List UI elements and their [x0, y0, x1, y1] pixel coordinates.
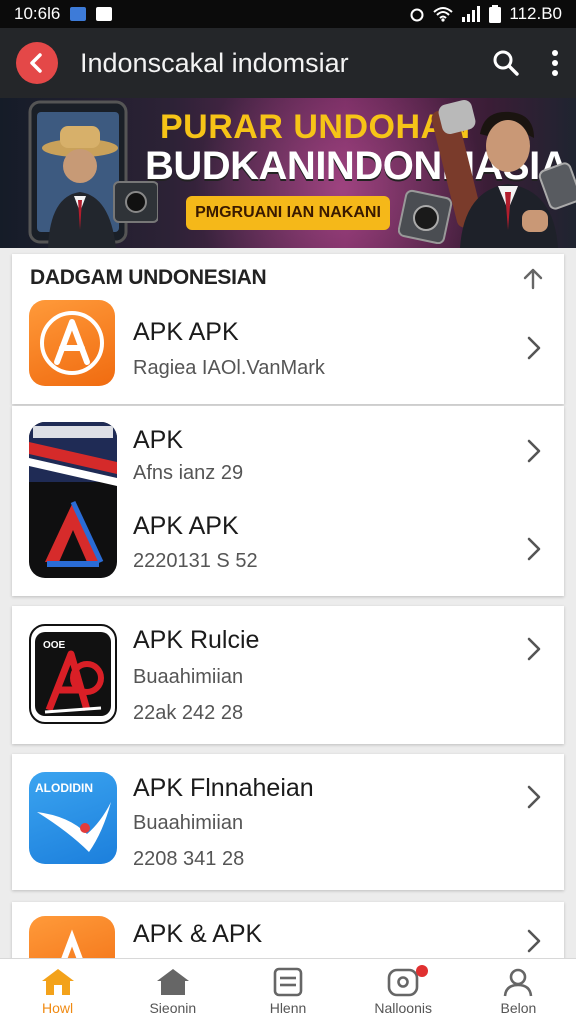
app-subtitle: Afns ianz 29 — [133, 462, 244, 484]
app-subtitle: Buaahimiian — [133, 812, 244, 834]
presenter-illustration — [460, 111, 576, 248]
app-icon — [29, 916, 115, 962]
banner-headline: PURAR UNDOHAN — [160, 108, 471, 146]
nav-item-notifications[interactable]: Nalloonis — [346, 959, 461, 1024]
chevron-right-icon — [527, 637, 541, 661]
list-item[interactable]: APK APK 2220131 S 52 — [12, 498, 564, 594]
store-icon — [156, 969, 189, 995]
chevron-right-icon — [527, 929, 541, 953]
list-icon — [273, 967, 303, 997]
alarm-icon — [410, 8, 424, 22]
battery-icon — [489, 5, 502, 23]
app-title: APK Flnnaheian — [133, 774, 314, 802]
nav-item-home[interactable]: Howl — [0, 959, 115, 1024]
search-icon[interactable] — [492, 49, 520, 77]
list-item[interactable]: APK Afns ianz 29 — [12, 406, 564, 496]
app-date: 2208 341 28 — [133, 848, 245, 870]
app-icon: OOE — [29, 624, 117, 724]
promo-banner[interactable]: PURAR UNDOHAN BUDKANINDONMASIA PMGRUANI … — [0, 98, 576, 248]
chevron-right-icon — [527, 336, 541, 360]
home-icon — [41, 969, 74, 995]
app-title: APK & APK — [133, 920, 263, 948]
app-title: APK APK — [133, 318, 239, 346]
more-vert-icon[interactable] — [550, 49, 560, 77]
chevron-right-icon — [527, 785, 541, 809]
nav-item-list[interactable]: Hlenn — [230, 959, 345, 1024]
app-card[interactable]: OOE APK Rulcie Buaahimiian 22ak 242 28 — [12, 606, 564, 744]
profile-icon — [504, 968, 533, 997]
section-card: APK APK Ragiea IAOl.VanMark DADGAM UNDON… — [12, 254, 564, 404]
appstore-logo-icon — [40, 311, 104, 375]
nav-item-store[interactable]: Sieonin — [115, 959, 230, 1024]
app-title: APK Rulcie — [133, 626, 260, 654]
app-title: APK APK — [133, 512, 239, 540]
appstore-logo-icon — [59, 929, 85, 962]
nav-label: Sieonin — [149, 1000, 197, 1016]
notification-app-icon — [96, 7, 113, 21]
app-subtitle: Ragiea IAOl.VanMark — [133, 357, 325, 379]
back-button[interactable] — [16, 42, 58, 84]
wifi-icon — [433, 7, 454, 22]
chevron-right-icon — [527, 537, 541, 561]
brand-logo-icon: OOE — [35, 632, 111, 716]
app-date: 22ak 242 28 — [133, 702, 244, 724]
status-time: 10:6l6 — [14, 4, 61, 23]
app-bar: Indonscakal indomsiar — [0, 28, 576, 98]
nav-label: Nalloonis — [374, 1000, 432, 1016]
page-title: Indonscakal indomsiar — [80, 47, 349, 78]
nav-item-profile[interactable]: Belon — [461, 959, 576, 1024]
bottom-navigation: Howl Sieonin Hlenn Nalloonis Belon — [0, 958, 576, 1024]
nav-label: Belon — [500, 1000, 537, 1016]
icon-text: OOE — [43, 640, 66, 651]
app-icon — [29, 300, 115, 386]
list-item[interactable]: APK APK Ragiea IAOl.VanMark — [12, 298, 564, 402]
phone-illustration — [28, 100, 158, 248]
notification-badge — [415, 965, 428, 977]
status-bar: 10:6l6 112.B0 — [0, 0, 576, 28]
nav-label: Hlenn — [269, 1000, 307, 1016]
banner-cta-button[interactable]: PMGRUANI IAN NAKANI — [186, 196, 390, 230]
notification-app-icon — [70, 7, 87, 21]
app-subtitle: Buaahimiian — [133, 666, 244, 688]
back-arrow-icon — [30, 53, 42, 73]
app-card[interactable]: APK & APK — [12, 902, 564, 962]
app-title: APK — [133, 426, 184, 454]
chevron-right-icon — [527, 439, 541, 463]
signal-icon — [462, 6, 481, 22]
bird-logo-icon: ALODIDIN — [35, 781, 111, 852]
app-subtitle: 2220131 S 52 — [133, 550, 258, 572]
icon-text: ALODIDIN — [35, 781, 93, 795]
app-icon: ALODIDIN — [29, 772, 117, 864]
nav-label: Howl — [42, 1000, 74, 1016]
section-title: DADGAM UNDONESIAN — [30, 266, 267, 289]
battery-level: 112.B0 — [509, 4, 562, 23]
collapse-icon[interactable] — [520, 266, 546, 292]
app-card: APK Afns ianz 29 APK APK 2220131 S 52 — [12, 406, 564, 596]
app-card[interactable]: ALODIDIN APK Flnnaheian Buaahimiian 2208… — [12, 754, 564, 890]
